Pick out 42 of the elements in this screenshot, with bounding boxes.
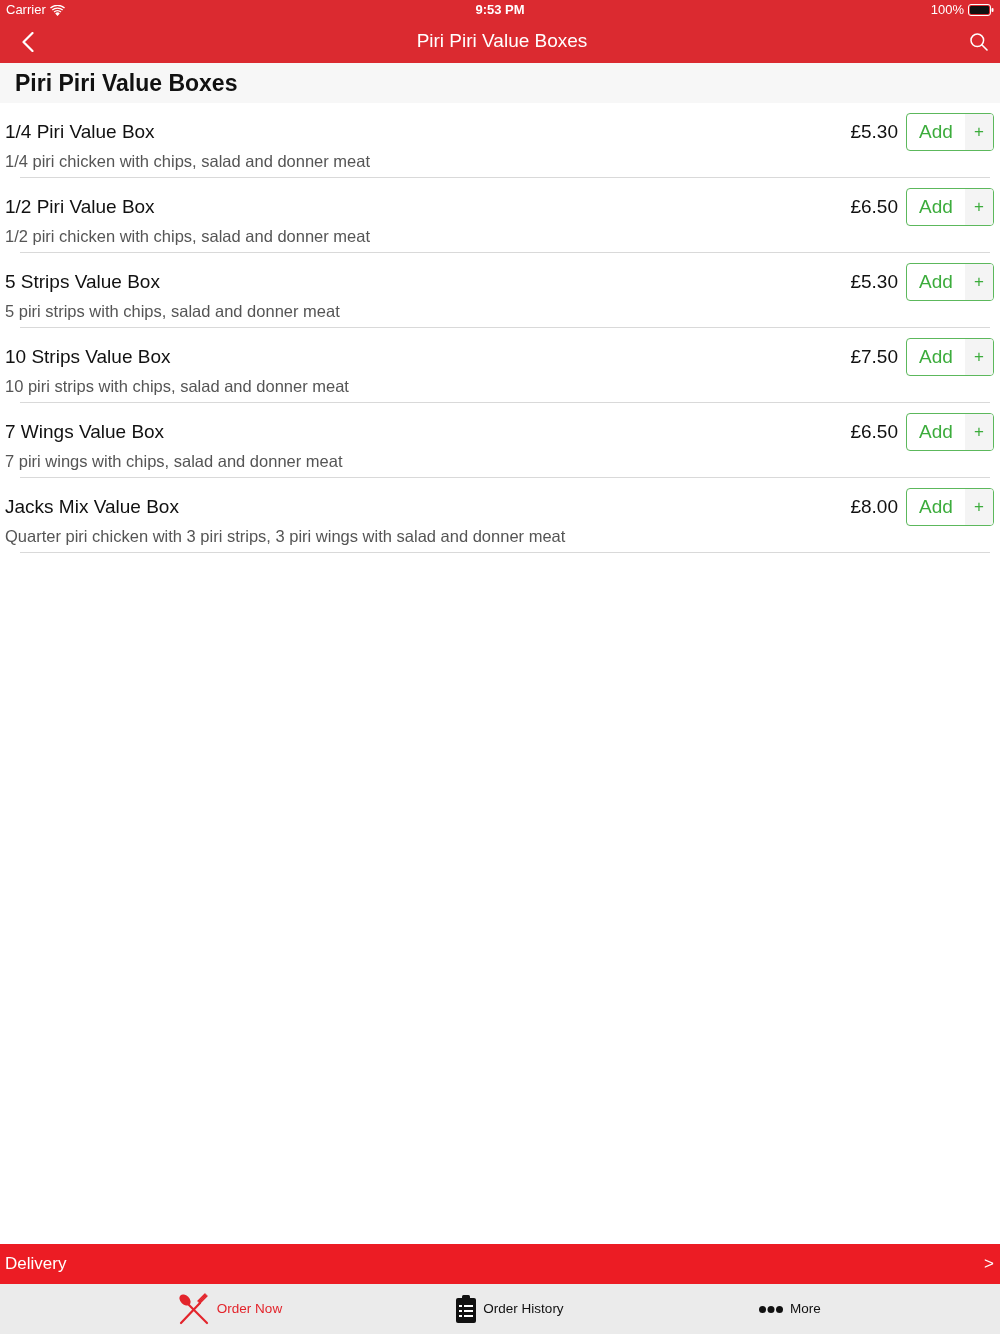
- item-name: 5 Strips Value Box: [5, 269, 161, 294]
- search-button[interactable]: [970, 32, 988, 51]
- tab-item[interactable]: Order Now: [90, 1284, 370, 1334]
- section-title: Piri Piri Value Boxes: [15, 68, 238, 98]
- delivery-bar[interactable]: Delivery >: [0, 1244, 1000, 1284]
- item-name: 1/2 Piri Value Box: [5, 194, 156, 219]
- clock-time: 9:53 PM: [475, 1, 525, 20]
- back-chevron-icon: [22, 31, 34, 52]
- battery-percent: 100%: [930, 1, 964, 20]
- item-description: 7 piri wings with chips, salad and donner meat: [5, 451, 343, 471]
- item-name: 1/4 Piri Value Box: [5, 119, 156, 144]
- add-button[interactable]: Add +: [906, 488, 994, 526]
- item-price: £6.50: [850, 194, 898, 219]
- item-price: £6.50: [850, 419, 898, 444]
- item-description: 5 piri strips with chips, salad and donner meat: [5, 301, 340, 321]
- item-name: Jacks Mix Value Box: [5, 494, 180, 519]
- item-price: £5.30: [850, 119, 898, 144]
- wifi-icon: [49, 4, 65, 16]
- item-name: 7 Wings Value Box: [5, 419, 166, 444]
- item-description: 10 piri strips with chips, salad and donner meat: [5, 376, 349, 396]
- add-button[interactable]: Add +: [906, 413, 994, 451]
- tab-item[interactable]: More: [650, 1284, 930, 1334]
- add-button[interactable]: Add +: [906, 188, 994, 226]
- item-description: Quarter piri chicken with 3 piri strips, 3 piri wings with salad and donner meat: [5, 526, 566, 546]
- battery-icon: [968, 4, 994, 16]
- item-description: 1/2 piri chicken with chips, salad and donner meat: [5, 226, 371, 246]
- clipboard-list-icon: [456, 1295, 477, 1323]
- search-icon: [970, 32, 988, 51]
- fork-and-spoon-icon: [177, 1293, 210, 1325]
- item-description: 1/4 piri chicken with chips, salad and donner meat: [5, 151, 371, 171]
- tab-item[interactable]: Order History: [370, 1284, 650, 1334]
- carrier-label: Carrier: [6, 1, 46, 20]
- back-button[interactable]: [22, 31, 34, 52]
- page-title: Piri Piri Value Boxes: [416, 29, 588, 54]
- add-button[interactable]: Add +: [906, 263, 994, 301]
- add-button[interactable]: Add +: [906, 113, 994, 151]
- item-price: £7.50: [850, 344, 898, 369]
- add-button[interactable]: Add +: [906, 338, 994, 376]
- more-dots-icon: [759, 1305, 784, 1313]
- item-price: £5.30: [850, 269, 898, 294]
- item-name: 10 Strips Value Box: [5, 344, 172, 369]
- item-price: £8.00: [850, 494, 898, 519]
